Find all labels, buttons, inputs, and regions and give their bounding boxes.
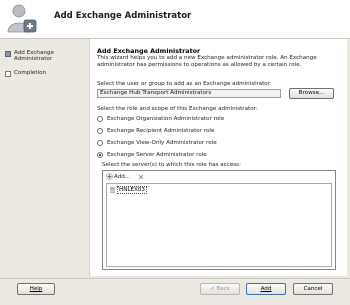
radio-button-selected[interactable] [97,152,103,158]
radio-recipient-admin[interactable]: Exchange Recipient Administrator role [97,128,214,134]
servers-label: Select the server(s) to which this role … [102,162,241,168]
radio-label: Exchange View-Only Administrator role [107,140,217,146]
user-select-label: Select the user or group to add as an Ex… [97,81,272,87]
radio-organization-admin[interactable]: Exchange Organization Administrator role [97,116,224,122]
remove-icon[interactable] [138,174,144,180]
radio-label: Exchange Server Administrator role [107,152,207,158]
radio-button[interactable] [97,128,103,134]
step-active-icon [5,51,11,57]
role-select-label: Select the role and scope of this Exchan… [97,106,258,112]
page-description: This wizard helps you to add a new Excha… [97,55,317,68]
admin-user-icon [7,4,37,33]
server-panel: Add... HNLEX03 [102,170,336,270]
radio-button[interactable] [97,116,103,122]
footer-divider [0,278,350,279]
add-button[interactable]: Add [246,283,286,295]
server-name: HNLEX03 [117,186,147,194]
back-label: < Back [209,286,231,292]
radio-server-admin[interactable]: Exchange Server Administrator role [97,152,207,158]
radio-label: Exchange Recipient Administrator role [107,128,215,134]
cancel-button[interactable]: Cancel [293,283,333,295]
help-button[interactable]: Help [17,283,55,295]
radio-label: Exchange Organization Administrator role [107,116,225,122]
page-title: Add Exchange Administrator [97,47,201,55]
list-item[interactable]: HNLEX03 [110,186,147,194]
add-server-button[interactable]: Add... [106,173,130,180]
server-toolbar: Add... [106,173,144,180]
radio-view-only-admin[interactable]: Exchange View-Only Administrator role [97,140,217,146]
step-pending-icon [5,71,11,77]
add-icon [106,173,113,180]
help-label: Help [29,286,43,292]
add-label: Add [260,286,272,292]
user-group-field[interactable]: Exchange Hub Transport Administrators [97,89,281,98]
cancel-label: Cancel [303,286,323,292]
wizard-steps: Add Exchange Administrator Completion [0,39,90,279]
server-icon [110,187,115,193]
browse-button[interactable]: Browse... [289,88,334,99]
back-button: < Back [200,283,240,295]
radio-button[interactable] [97,140,103,146]
step-label: Completion [14,70,47,76]
step-add-exchange-administrator[interactable]: Add Exchange Administrator [5,50,74,63]
add-server-label: Add... [114,173,131,180]
wizard-content: Add Exchange Administrator This wizard h… [89,39,347,276]
wizard-header: Add Exchange Administrator [0,0,350,39]
step-label: Add Exchange Administrator [14,50,54,63]
server-list[interactable]: HNLEX03 [106,183,332,267]
wizard-title: Add Exchange Administrator [54,11,192,21]
step-completion[interactable]: Completion [5,70,74,77]
